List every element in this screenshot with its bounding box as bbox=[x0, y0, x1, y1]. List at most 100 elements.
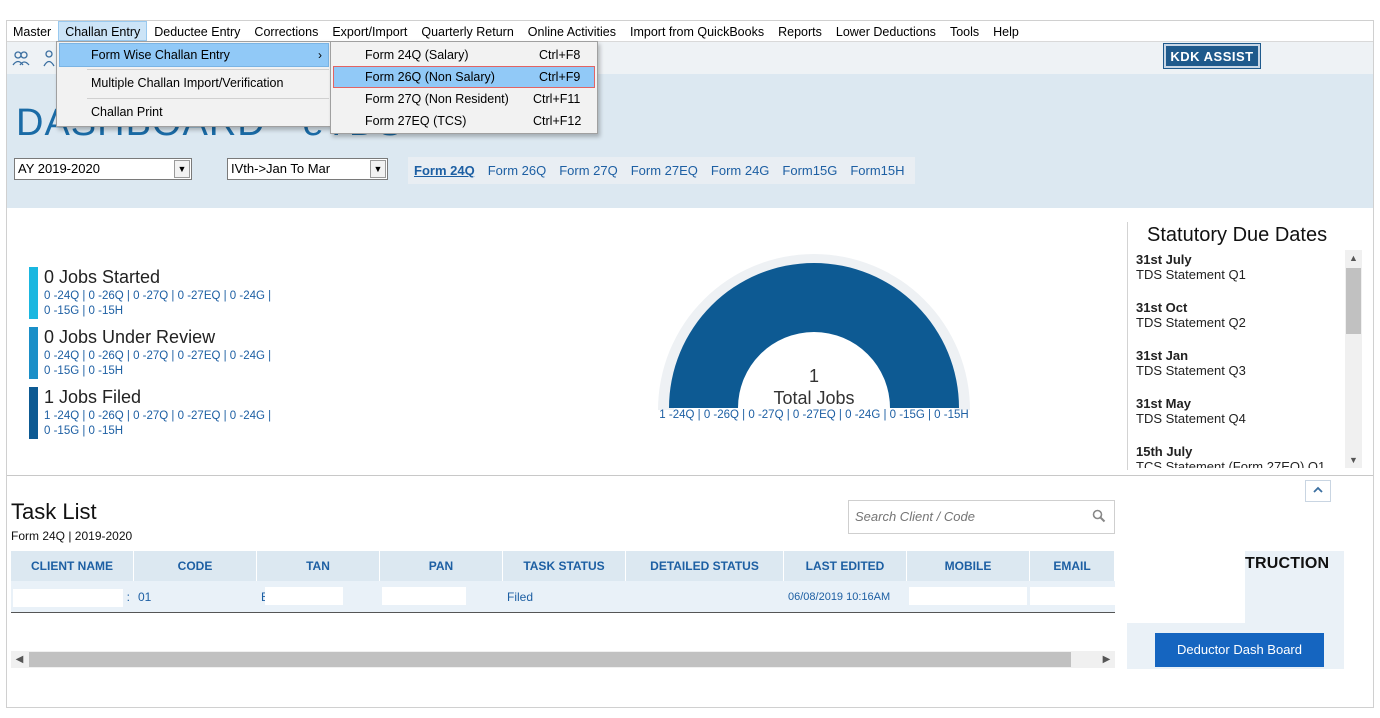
menu-reports[interactable]: Reports bbox=[771, 21, 829, 41]
redaction bbox=[265, 587, 343, 605]
tab-form-24q[interactable]: Form 24Q bbox=[414, 163, 475, 178]
column-header[interactable]: MOBILE bbox=[907, 551, 1030, 581]
due-dates-scrollbar[interactable]: ▲ ▼ bbox=[1345, 250, 1362, 468]
users-icon[interactable] bbox=[12, 49, 30, 67]
tab-form-26q[interactable]: Form 26Q bbox=[488, 163, 547, 178]
jobs-started-line2: 0 -15G | 0 -15H bbox=[44, 305, 124, 317]
tab-form15h[interactable]: Form15H bbox=[850, 163, 904, 178]
due-dates-list[interactable]: 31st July TDS Statement Q1 31st Oct TDS … bbox=[1136, 252, 1344, 468]
statutory-due-dates-panel: Statutory Due Dates 31st July TDS Statem… bbox=[1127, 222, 1362, 470]
scroll-right-icon[interactable]: ▶ bbox=[1098, 651, 1115, 668]
scroll-down-icon[interactable]: ▼ bbox=[1345, 452, 1362, 468]
quarter-select-value: IVth->Jan To Mar bbox=[231, 161, 331, 176]
menu-item-form-24q[interactable]: Form 24Q (Salary) Ctrl+F8 bbox=[333, 44, 595, 66]
jobs-review-line1: 0 -24Q | 0 -26Q | 0 -27Q | 0 -27EQ | 0 -… bbox=[44, 350, 272, 362]
column-header[interactable]: TASK STATUS bbox=[503, 551, 626, 581]
app-window: Master Challan Entry Deductee Entry Corr… bbox=[0, 0, 1380, 718]
due-desc: TCS Statement (Form 27EQ) Q1 bbox=[1136, 459, 1326, 468]
menu-separator bbox=[87, 69, 329, 70]
chevron-down-icon[interactable]: ▼ bbox=[370, 160, 386, 178]
cell-last-edited: 06/08/2019 10:16AM bbox=[788, 591, 891, 603]
due-desc: TDS Statement Q2 bbox=[1136, 315, 1246, 330]
due-date: 31st Jan bbox=[1136, 348, 1189, 363]
menu-quarterly-return[interactable]: Quarterly Return bbox=[414, 21, 520, 41]
menu-corrections[interactable]: Corrections bbox=[247, 21, 325, 41]
jobs-started-title: 0 Jobs Started bbox=[44, 267, 161, 287]
chevron-down-icon[interactable]: ▼ bbox=[174, 160, 190, 178]
kdk-assist-button[interactable]: KDK ASSIST bbox=[1164, 44, 1260, 68]
due-date: 31st Oct bbox=[1136, 300, 1188, 315]
jobs-filed-line1: 1 -24Q | 0 -26Q | 0 -27Q | 0 -27EQ | 0 -… bbox=[44, 410, 272, 422]
menu-item-form-26q[interactable]: Form 26Q (Non Salary) Ctrl+F9 bbox=[333, 66, 595, 88]
instruction-panel: TRUCTION Deductor Dash Board bbox=[1127, 551, 1344, 669]
shortcut-label: Ctrl+F8 bbox=[539, 48, 581, 62]
due-date: 31st May bbox=[1136, 396, 1191, 411]
scroll-up-icon[interactable]: ▲ bbox=[1345, 250, 1362, 266]
ay-select[interactable]: AY 2019-2020 ▼ bbox=[14, 158, 192, 180]
column-header[interactable]: DETAILED STATUS bbox=[626, 551, 784, 581]
menu-help[interactable]: Help bbox=[986, 21, 1026, 41]
menu-import-quickbooks[interactable]: Import from QuickBooks bbox=[623, 21, 771, 41]
menu-item-multiple-challan-import[interactable]: Multiple Challan Import/Verification bbox=[59, 71, 329, 95]
menu-item-form-27eq[interactable]: Form 27EQ (TCS) Ctrl+F12 bbox=[333, 110, 595, 132]
list-item: 31st Jan TDS Statement Q3 bbox=[1136, 348, 1344, 379]
redaction bbox=[1030, 587, 1115, 605]
jobs-review-line2: 0 -15G | 0 -15H bbox=[44, 365, 124, 377]
column-header[interactable]: TAN bbox=[257, 551, 380, 581]
due-dates-title: Statutory Due Dates bbox=[1147, 224, 1328, 246]
menu-item-form-wise-challan[interactable]: Form Wise Challan Entry › bbox=[59, 43, 329, 67]
menu-master[interactable]: Master bbox=[6, 21, 58, 41]
form-wise-submenu: Form 24Q (Salary) Ctrl+F8 Form 26Q (Non … bbox=[330, 41, 598, 134]
status-bar bbox=[29, 327, 38, 379]
shortcut-label: Ctrl+F12 bbox=[533, 114, 582, 128]
due-desc: TDS Statement Q1 bbox=[1136, 267, 1246, 282]
quarter-select[interactable]: IVth->Jan To Mar ▼ bbox=[227, 158, 388, 180]
menu-deductee-entry[interactable]: Deductee Entry bbox=[147, 21, 247, 41]
list-item: 15th July TCS Statement (Form 27EQ) Q1 bbox=[1136, 444, 1344, 468]
chevron-right-icon: › bbox=[318, 48, 322, 62]
cell-code: 01 bbox=[138, 590, 152, 604]
status-bar bbox=[29, 387, 38, 439]
deductor-dashboard-button[interactable]: Deductor Dash Board bbox=[1155, 633, 1324, 667]
column-header[interactable]: CODE bbox=[134, 551, 257, 581]
task-list-title: Task List bbox=[11, 499, 97, 524]
table-row[interactable]: : 01 E Filed 06/08/2019 10:16AM bbox=[11, 581, 1115, 613]
menu-lower-deductions[interactable]: Lower Deductions bbox=[829, 21, 943, 41]
scrollbar-thumb[interactable] bbox=[1346, 268, 1361, 334]
column-header[interactable]: CLIENT NAME bbox=[11, 551, 134, 581]
list-item: 31st Oct TDS Statement Q2 bbox=[1136, 300, 1344, 331]
gauge-number: 1 bbox=[808, 366, 819, 386]
tab-form-27eq[interactable]: Form 27EQ bbox=[631, 163, 698, 178]
list-item: 31st July TDS Statement Q1 bbox=[1136, 252, 1344, 283]
menu-challan-entry[interactable]: Challan Entry bbox=[58, 20, 148, 41]
task-list-subtitle: Form 24Q | 2019-2020 bbox=[11, 529, 133, 543]
column-header[interactable]: EMAIL bbox=[1030, 551, 1115, 581]
menu-tools[interactable]: Tools bbox=[943, 21, 986, 41]
cell-task-status: Filed bbox=[507, 590, 534, 604]
cell-tan: E bbox=[257, 581, 380, 613]
menu-online-activities[interactable]: Online Activities bbox=[521, 21, 623, 41]
cell-pan bbox=[380, 581, 503, 613]
menu-item-form-27q[interactable]: Form 27Q (Non Resident) Ctrl+F11 bbox=[333, 88, 595, 110]
jobs-filed-title: 1 Jobs Filed bbox=[44, 387, 142, 407]
tab-form-27q[interactable]: Form 27Q bbox=[559, 163, 618, 178]
search-input[interactable] bbox=[855, 509, 1085, 524]
client-name-redaction bbox=[11, 583, 134, 613]
scroll-left-icon[interactable]: ◀ bbox=[11, 651, 28, 668]
search-icon[interactable] bbox=[1092, 509, 1106, 523]
tab-form15g[interactable]: Form15G bbox=[782, 163, 837, 178]
task-table-scrollbar[interactable]: ◀ ▶ bbox=[11, 651, 1115, 668]
status-bar bbox=[29, 267, 38, 319]
task-table: CLIENT NAME CODE TAN PAN TASK STATUS DET… bbox=[11, 551, 1115, 613]
menu-export-import[interactable]: Export/Import bbox=[325, 21, 414, 41]
chevron-up-icon[interactable] bbox=[1305, 480, 1331, 502]
cell-email bbox=[1030, 581, 1115, 613]
scrollbar-thumb[interactable] bbox=[29, 652, 1071, 667]
column-header[interactable]: LAST EDITED bbox=[784, 551, 907, 581]
jobs-filed-line2: 0 -15G | 0 -15H bbox=[44, 425, 124, 437]
instruction-text: TRUCTION bbox=[1245, 555, 1330, 572]
form-tabs: Form 24Q Form 26Q Form 27Q Form 27EQ For… bbox=[408, 157, 915, 184]
menu-item-challan-print[interactable]: Challan Print bbox=[59, 100, 329, 124]
column-header[interactable]: PAN bbox=[380, 551, 503, 581]
tab-form-24g[interactable]: Form 24G bbox=[711, 163, 770, 178]
